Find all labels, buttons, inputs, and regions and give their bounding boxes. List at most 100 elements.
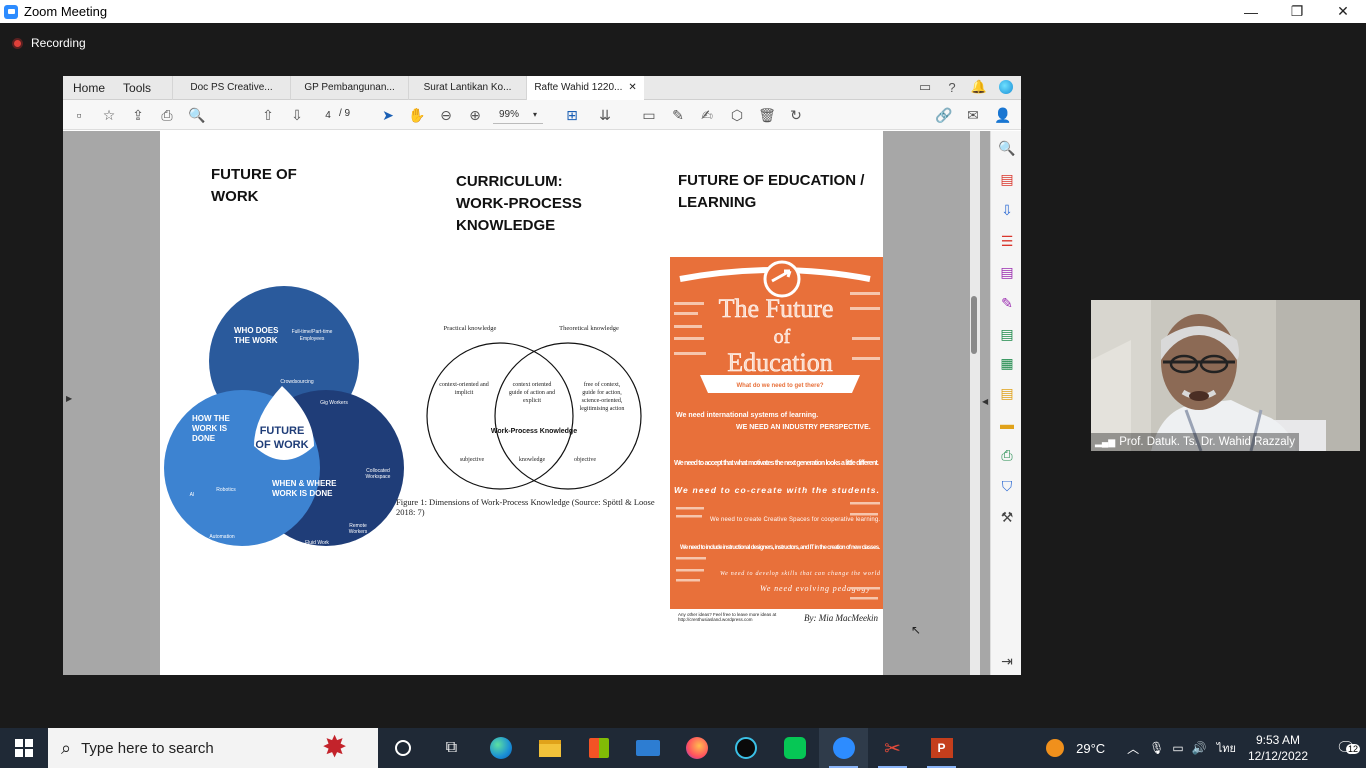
fill-sign-icon[interactable]: ✎ xyxy=(997,293,1017,313)
venn-when-item: Workers xyxy=(349,529,368,535)
hand-tool-icon[interactable]: ✋ xyxy=(403,101,431,129)
doc-tab[interactable]: Surat Lantikan Ko... xyxy=(408,76,526,100)
mail-app[interactable] xyxy=(623,728,672,768)
search-icon[interactable]: 🔍 xyxy=(997,138,1017,158)
zoom-out-icon[interactable]: ⊖ xyxy=(432,101,460,129)
heading-future-of-education: FUTURE OF EDUCATION / LEARNING xyxy=(678,170,864,214)
rotate-icon[interactable]: ↻ xyxy=(782,101,810,129)
task-view-button[interactable]: ⧉ xyxy=(427,728,476,768)
close-tab-icon[interactable]: ✕ xyxy=(628,82,636,93)
stamp-icon[interactable]: ⬡ xyxy=(723,101,751,129)
microphone-icon[interactable]: 🎙 xyxy=(1149,741,1164,755)
line-app[interactable] xyxy=(770,728,819,768)
page-number-input[interactable] xyxy=(317,106,339,124)
recording-indicator[interactable]: Recording xyxy=(12,36,86,50)
record-icon xyxy=(12,37,23,49)
edge-app[interactable] xyxy=(476,728,525,768)
poster-line: WE NEED AN INDUSTRY PERSPECTIVE. xyxy=(736,424,871,431)
comment-panel-icon[interactable]: ▬ xyxy=(997,414,1017,434)
scroll-thumb[interactable] xyxy=(971,296,977,354)
doc-tab[interactable]: Doc PS Creative... xyxy=(172,76,290,100)
document-area[interactable]: ▶ FUTURE OF WORK CURRICULUM: WORK-PROCES… xyxy=(63,131,990,675)
poster-signature: By: Mia MacMeekin xyxy=(804,613,878,623)
acrobat-toolbar: ▫ ☆ ⇪ ⎙ 🔍 ⇧ ⇩ / 9 ➤ ✋ ⊖ ⊕ 99% ▾ ⊞ ⇊ ▭ ✎ ✍… xyxy=(63,100,1021,130)
bell-icon[interactable]: 🔔 xyxy=(970,78,988,96)
venn-mid-text: context oriented xyxy=(513,382,552,388)
venn-when-item: Workspace xyxy=(366,474,391,480)
signal-bars-icon: ▂▄▆ xyxy=(1095,436,1116,447)
temperature[interactable]: 29°C xyxy=(1076,741,1105,756)
collapse-panel-icon[interactable]: ⇥ xyxy=(997,651,1017,671)
save-icon[interactable]: ▫ xyxy=(65,101,93,129)
store-app[interactable] xyxy=(574,728,623,768)
protect-icon[interactable]: ⛉ xyxy=(997,476,1017,496)
user-share-icon[interactable]: 👤 xyxy=(989,101,1017,129)
select-cursor-icon[interactable]: ➤ xyxy=(374,101,402,129)
help-icon[interactable]: ? xyxy=(943,78,961,96)
venn-who-2: THE WORK xyxy=(234,336,278,345)
scan-icon[interactable]: ⎙ xyxy=(997,445,1017,465)
doc-tab-active[interactable]: Rafte Wahid 1220... ✕ xyxy=(526,76,645,100)
clock-date: 12/12/2022 xyxy=(1247,749,1308,763)
collapse-right-panel-icon[interactable]: ◀ xyxy=(982,397,988,406)
organize-pages-icon[interactable]: ☰ xyxy=(997,231,1017,251)
start-button[interactable] xyxy=(0,728,48,768)
language-indicator[interactable]: ไทย xyxy=(1217,739,1236,757)
webex-app[interactable] xyxy=(721,728,770,768)
zoom-in-icon[interactable]: ⊕ xyxy=(461,101,489,129)
zoom-select[interactable]: 99% ▾ xyxy=(493,106,543,124)
comment-icon[interactable]: ▭ xyxy=(635,101,663,129)
chevron-up-icon[interactable]: ︿ xyxy=(1127,740,1139,757)
doc-tab-label: Doc PS Creative... xyxy=(190,82,273,93)
excel-export-icon[interactable]: ▦ xyxy=(997,353,1017,373)
link-icon[interactable]: 🔗 xyxy=(930,101,958,129)
weather-icon[interactable] xyxy=(1046,739,1065,757)
delete-icon[interactable]: 🗑 xyxy=(753,101,781,129)
close-button[interactable]: ✕ xyxy=(1320,0,1366,23)
find-icon[interactable]: 🔍 xyxy=(183,101,211,129)
print-icon[interactable]: ⎙ xyxy=(153,101,181,129)
notifications-button[interactable]: 🗨 12 xyxy=(1326,738,1366,758)
participant-video[interactable]: ▂▄▆ Prof. Datuk. Ts. Dr. Wahid Razzaly xyxy=(1091,300,1360,451)
upload-icon[interactable]: ⇪ xyxy=(124,101,152,129)
account-icon[interactable] xyxy=(997,78,1015,96)
firefox-app[interactable] xyxy=(672,728,721,768)
volume-icon[interactable]: 🔊 xyxy=(1192,741,1207,755)
prev-page-icon[interactable]: ⇧ xyxy=(254,101,282,129)
scroll-mode-icon[interactable]: ⇊ xyxy=(591,101,619,129)
more-tools-icon[interactable]: ⚒ xyxy=(997,507,1017,527)
poster-line: We need to include instructional designe… xyxy=(680,545,880,551)
star-icon[interactable]: ☆ xyxy=(95,101,123,129)
powerpoint-app[interactable]: P xyxy=(917,728,966,768)
tab-tools[interactable]: Tools xyxy=(114,81,160,95)
network-icon[interactable]: ▭ xyxy=(1172,741,1183,755)
page-total: / 9 xyxy=(339,108,351,119)
sign-icon[interactable]: ✍ xyxy=(693,101,721,129)
clock[interactable]: 9:53 AM 12/12/2022 xyxy=(1248,732,1308,764)
email-icon[interactable]: ✉ xyxy=(959,101,987,129)
expand-left-panel-icon[interactable]: ▶ xyxy=(66,394,72,403)
edit-pdf-icon[interactable]: ▤ xyxy=(997,262,1017,282)
fit-page-icon[interactable]: ⊞ xyxy=(558,101,586,129)
taskbar-search[interactable]: ⌕ Type here to search ✸ xyxy=(48,728,378,768)
share-file-icon[interactable]: ▤ xyxy=(997,383,1017,403)
tab-home[interactable]: Home xyxy=(64,81,114,95)
cortana-button[interactable] xyxy=(378,728,427,768)
export-pdf-icon[interactable]: ▤ xyxy=(997,324,1017,344)
share-screen-icon[interactable]: ▭ xyxy=(916,78,934,96)
create-pdf-icon[interactable]: ▤ xyxy=(997,169,1017,189)
restore-button[interactable]: ❐ xyxy=(1274,0,1320,23)
zoom-app[interactable] xyxy=(819,728,868,768)
combine-files-icon[interactable]: ⇩ xyxy=(997,200,1017,220)
next-page-icon[interactable]: ⇩ xyxy=(283,101,311,129)
minimize-button[interactable]: — xyxy=(1228,0,1274,23)
tools-panel: 🔍 ▤ ⇩ ☰ ▤ ✎ ▤ ▦ ▤ ▬ ⎙ ⛉ ⚒ ⇥ xyxy=(990,131,1021,675)
highlight-icon[interactable]: ✎ xyxy=(664,101,692,129)
file-explorer-app[interactable] xyxy=(525,728,574,768)
venn-who-item: Crowdsourcing xyxy=(280,379,314,385)
doc-tab[interactable]: GP Pembangunan... xyxy=(290,76,408,100)
venn-bottom-mid: knowledge xyxy=(519,457,546,463)
snipping-tool-app[interactable]: ✂ xyxy=(868,728,917,768)
poinsettia-icon: ✸ xyxy=(322,731,348,764)
vertical-scrollbar[interactable] xyxy=(970,131,980,675)
